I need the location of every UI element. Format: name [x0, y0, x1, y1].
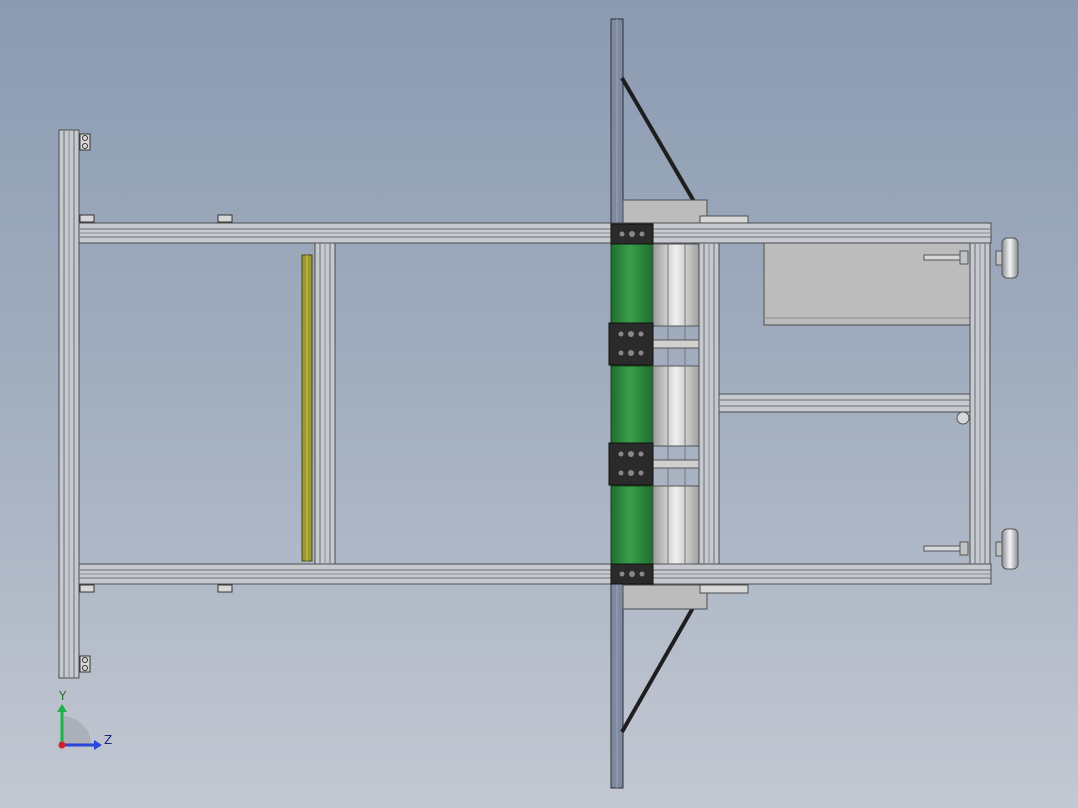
right-vertical-extrusion	[969, 242, 991, 565]
bottom-motor-housing	[622, 584, 749, 610]
z-axis-label: Z	[104, 733, 112, 747]
left-vertical-extrusion	[58, 129, 80, 679]
end-connectors	[79, 133, 233, 673]
cad-viewport[interactable]: Y Z	[0, 0, 1078, 808]
drive-cylinders	[652, 242, 720, 565]
conveyor-frame-model[interactable]: Y Z	[0, 0, 1078, 808]
x-axis-marker	[58, 741, 66, 749]
axis-triad: Y Z	[57, 689, 112, 750]
top-motor-housing	[622, 199, 749, 225]
top-rail-extrusion	[78, 222, 992, 244]
guard-plate	[301, 254, 313, 562]
y-axis-label: Y	[58, 689, 67, 703]
middle-cross-extrusion	[718, 393, 971, 425]
conveyor-rollers	[610, 243, 654, 565]
inner-vertical-extrusion	[314, 242, 336, 565]
bottom-rail-extrusion	[78, 563, 992, 585]
